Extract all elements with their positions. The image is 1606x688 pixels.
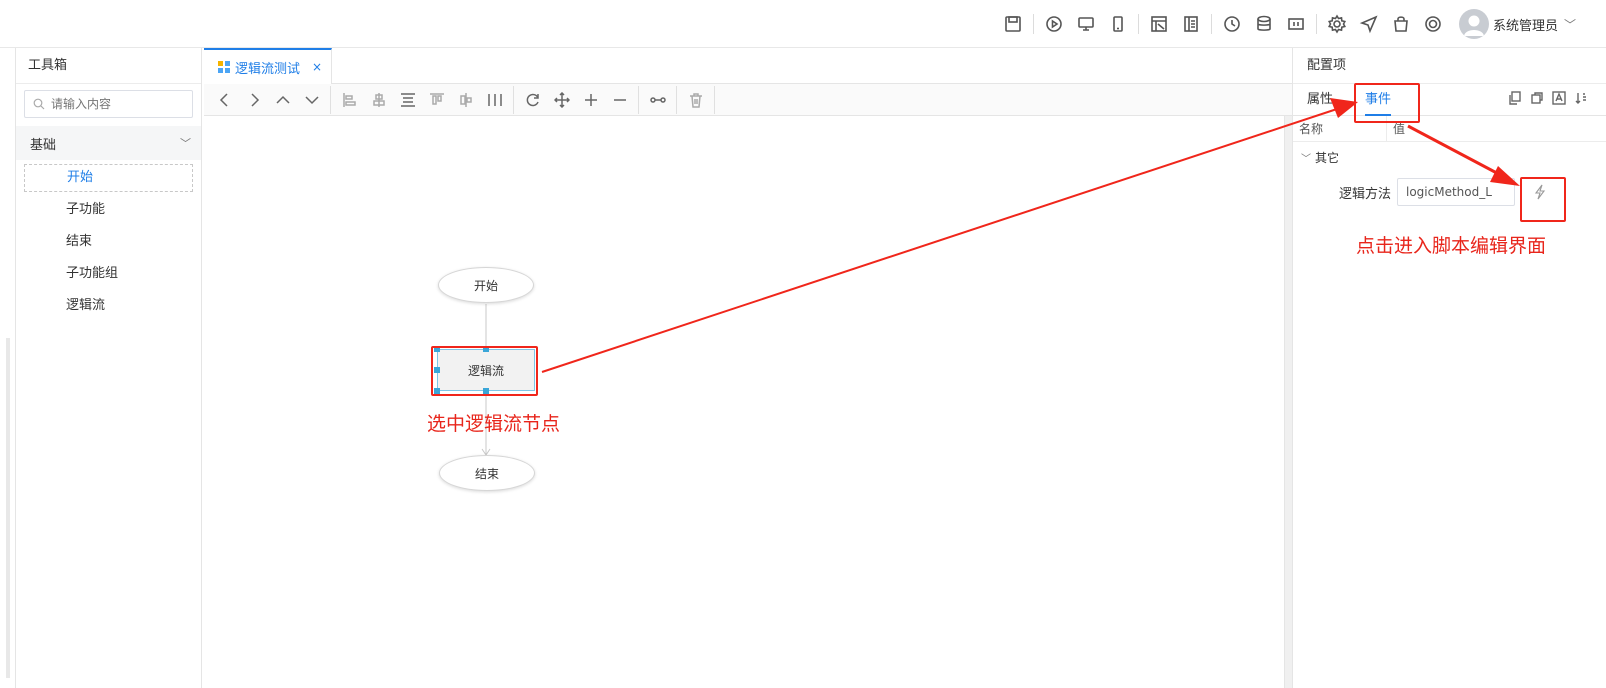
database-icon[interactable]	[1248, 8, 1280, 40]
top-toolbar: 系统管理员 ﹀	[997, 0, 1606, 48]
config-tabs: 属性 事件	[1293, 84, 1606, 116]
scrollbar[interactable]	[1284, 116, 1292, 688]
lightning-icon[interactable]	[1525, 178, 1555, 206]
align-center-icon[interactable]	[364, 86, 393, 114]
copy-icon[interactable]	[1504, 88, 1526, 108]
divider	[1315, 14, 1317, 34]
save-icon[interactable]	[997, 8, 1029, 40]
chevron-down-icon[interactable]	[297, 86, 326, 114]
toolbox-panel: 工具箱 基础 ﹀ 开始 子功能 结束 子功能组 逻辑流	[16, 48, 202, 688]
desktop-icon[interactable]	[1070, 8, 1102, 40]
flow-canvas[interactable]: 开始 逻辑流 结束	[204, 116, 1284, 688]
selection-handle[interactable]	[434, 346, 440, 352]
property-group[interactable]: ﹀ 其它	[1293, 142, 1606, 172]
search-input[interactable]	[51, 97, 191, 111]
divider	[1032, 14, 1034, 34]
table-icon[interactable]	[1280, 8, 1312, 40]
connect-icon[interactable]	[643, 86, 672, 114]
settings-icon[interactable]	[1321, 8, 1353, 40]
group-label: 其它	[1315, 150, 1340, 165]
layout-icon[interactable]	[1143, 8, 1175, 40]
play-icon[interactable]	[1038, 8, 1070, 40]
divider	[676, 85, 677, 114]
selection-handle[interactable]	[434, 367, 440, 373]
scrollbar[interactable]	[6, 338, 10, 678]
tab-events[interactable]: 事件	[1365, 84, 1392, 116]
flow-editor: 逻辑流测试 × 开始 逻辑流 结束	[204, 48, 1292, 688]
refresh-icon[interactable]	[518, 86, 547, 114]
send-icon[interactable]	[1353, 8, 1385, 40]
logic-method-input[interactable]: logicMethod_L	[1397, 178, 1515, 206]
divider	[1137, 14, 1139, 34]
chevron-down-icon: ﹀	[1563, 17, 1576, 32]
toolbox-item-end[interactable]: 结束	[24, 226, 193, 258]
move-icon[interactable]	[547, 86, 576, 114]
align-middle-icon[interactable]	[393, 86, 422, 114]
left-collapsed-panel	[0, 48, 16, 688]
distribute-icon[interactable]	[451, 86, 480, 114]
flow-node-logic[interactable]: 逻辑流	[437, 349, 535, 391]
tab-bar: 逻辑流测试 ×	[204, 48, 1292, 84]
editor-toolbar	[204, 84, 1292, 116]
divider	[330, 85, 331, 114]
toolbox-item-start[interactable]: 开始	[24, 164, 193, 192]
toolbox-item-subfunction[interactable]: 子功能	[24, 194, 193, 226]
divider	[513, 85, 514, 114]
redo-icon[interactable]	[239, 86, 268, 114]
tab-properties[interactable]: 属性	[1307, 84, 1333, 116]
toolbox-category[interactable]: 基础 ﹀	[16, 126, 201, 160]
column-name: 名称	[1293, 116, 1387, 141]
page-icon[interactable]	[1175, 8, 1207, 40]
toolbox-title: 工具箱	[16, 48, 201, 84]
tab-logic-flow-test[interactable]: 逻辑流测试 ×	[204, 48, 332, 84]
sort-icon[interactable]	[1570, 88, 1592, 108]
selection-handle[interactable]	[434, 388, 440, 394]
flow-node-end[interactable]: 结束	[439, 455, 535, 491]
config-panel: 配置项 属性 事件 名称 值 ﹀ 其它 逻辑方法 logicMethod_L	[1292, 48, 1606, 688]
tablet-icon[interactable]	[1102, 8, 1134, 40]
font-icon[interactable]	[1548, 88, 1570, 108]
logic-method-label: 逻辑方法	[1338, 186, 1391, 202]
chevron-up-icon[interactable]	[268, 86, 297, 114]
search-icon	[33, 98, 45, 110]
toolbox-item-subfunction-group[interactable]: 子功能组	[24, 258, 193, 290]
undo-icon[interactable]	[210, 86, 239, 114]
align-top-icon[interactable]	[422, 86, 451, 114]
logic-method-row: 逻辑方法 logicMethod_L	[1293, 172, 1606, 212]
config-actions	[1504, 88, 1592, 108]
flow-connectors	[481, 304, 491, 456]
divider	[1210, 14, 1212, 34]
chevron-down-icon: ﹀	[1301, 153, 1311, 165]
toolbox-item-logic-flow[interactable]: 逻辑流	[24, 290, 193, 322]
divider	[714, 85, 715, 114]
delete-icon[interactable]	[681, 86, 710, 114]
chevron-down-icon: ﹀	[180, 137, 191, 150]
avatar	[1458, 9, 1489, 39]
property-grid-header: 名称 值	[1293, 116, 1606, 142]
duplicate-icon[interactable]	[1526, 88, 1548, 108]
tab-label: 逻辑流测试	[235, 61, 301, 77]
flow-node-start[interactable]: 开始	[438, 267, 534, 303]
zoom-in-icon[interactable]	[576, 86, 605, 114]
selection-handle[interactable]	[483, 388, 489, 394]
align-left-icon[interactable]	[335, 86, 364, 114]
user-name: 系统管理员	[1492, 18, 1558, 34]
distribute-horizontal-icon[interactable]	[480, 86, 509, 114]
column-value: 值	[1393, 122, 1406, 136]
toolbox-search[interactable]	[24, 90, 193, 118]
zoom-out-icon[interactable]	[605, 86, 634, 114]
top-bar: 系统管理员 ﹀	[0, 0, 1606, 48]
config-title: 配置项	[1293, 48, 1606, 84]
annotation-select-node: 选中逻辑流节点	[427, 413, 561, 435]
clock-icon[interactable]	[1216, 8, 1248, 40]
category-label: 基础	[30, 137, 57, 153]
divider	[638, 85, 639, 114]
close-icon[interactable]: ×	[312, 60, 322, 74]
annotation-click-script: 点击进入脚本编辑界面	[1356, 235, 1547, 257]
user-menu[interactable]: 系统管理员 ﹀	[1458, 9, 1576, 39]
bag-icon[interactable]	[1385, 8, 1417, 40]
flow-icon	[218, 61, 230, 73]
help-icon[interactable]	[1417, 8, 1449, 40]
selection-handle[interactable]	[483, 346, 489, 352]
